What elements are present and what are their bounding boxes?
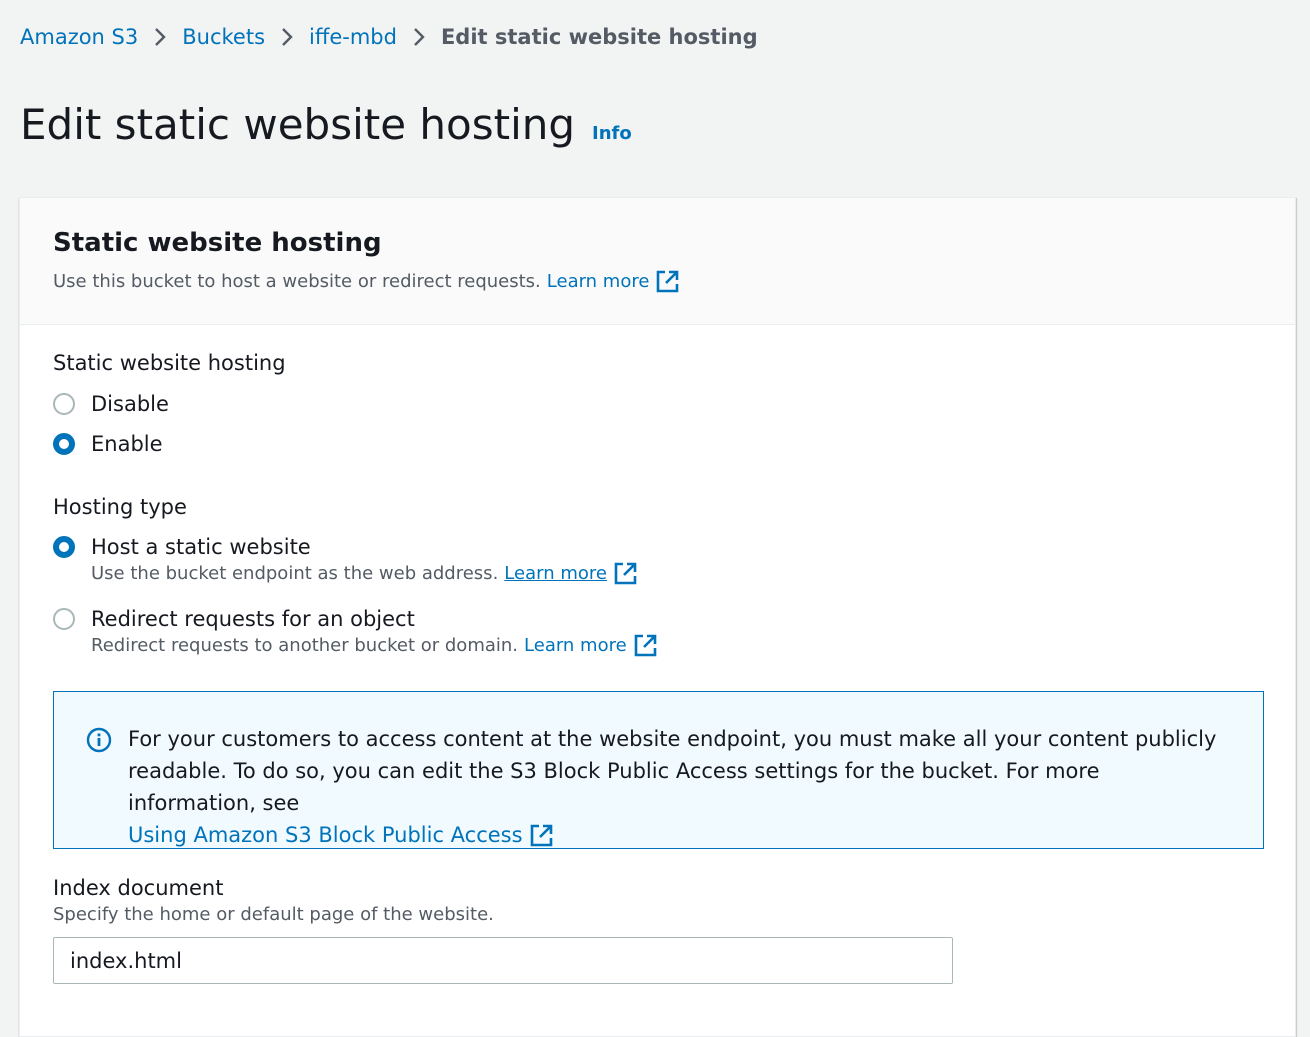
- panel-description: Use this bucket to host a website or red…: [53, 270, 1295, 293]
- hosting-type-label: Hosting type: [53, 495, 187, 519]
- external-link-icon: [656, 270, 679, 293]
- host-static-website-learn-more-link[interactable]: Learn more: [504, 563, 607, 584]
- alert-text: For your customers to access content at …: [128, 727, 1217, 815]
- radio-disable[interactable]: Disable: [53, 392, 169, 416]
- radio-host-static-website-control[interactable]: [53, 536, 75, 558]
- breadcrumb-current: Edit static website hosting: [440, 25, 758, 49]
- page-title: Edit static website hosting: [20, 100, 576, 149]
- radio-enable[interactable]: Enable: [53, 432, 163, 456]
- panel-description-text: Use this bucket to host a website or red…: [53, 271, 541, 292]
- alert-block-public-access-link[interactable]: Using Amazon S3 Block Public Access: [128, 819, 553, 851]
- radio-disable-control[interactable]: [53, 393, 75, 415]
- radio-redirect-requests-control[interactable]: [53, 608, 75, 630]
- chevron-right-icon: [397, 26, 441, 48]
- panel-header: Static website hosting Use this bucket t…: [20, 198, 1295, 325]
- radio-redirect-requests[interactable]: Redirect requests for an object: [53, 607, 415, 631]
- hosting-label: Static website hosting: [53, 351, 286, 375]
- panel-learn-more-link[interactable]: Learn more: [547, 271, 650, 292]
- info-link[interactable]: Info: [592, 123, 632, 144]
- external-link-icon: [530, 824, 553, 847]
- chevron-right-icon: [265, 26, 309, 48]
- alert-link-label: Using Amazon S3 Block Public Access: [128, 823, 523, 847]
- external-link-icon: [634, 634, 657, 657]
- breadcrumb: Amazon S3 Buckets iffe-mbd Edit static w…: [20, 22, 758, 52]
- redirect-requests-learn-more-link[interactable]: Learn more: [524, 635, 627, 656]
- index-document-label: Index document: [53, 876, 224, 900]
- page-header: Edit static website hosting Info: [20, 96, 632, 154]
- chevron-right-icon: [138, 26, 182, 48]
- index-document-description: Specify the home or default page of the …: [53, 904, 494, 925]
- radio-host-static-website[interactable]: Host a static website: [53, 535, 311, 559]
- radio-redirect-requests-label: Redirect requests for an object: [91, 607, 415, 631]
- breadcrumb-buckets[interactable]: Buckets: [182, 22, 265, 52]
- radio-host-static-website-label: Host a static website: [91, 535, 311, 559]
- static-website-hosting-panel: Static website hosting Use this bucket t…: [19, 197, 1296, 1037]
- host-static-website-description-text: Use the bucket endpoint as the web addre…: [91, 563, 499, 584]
- panel-title: Static website hosting: [53, 228, 382, 258]
- redirect-requests-description-text: Redirect requests to another bucket or d…: [91, 635, 519, 656]
- index-document-input[interactable]: index.html: [53, 937, 953, 984]
- info-alert: For your customers to access content at …: [53, 691, 1264, 849]
- redirect-requests-description: Redirect requests to another bucket or d…: [91, 634, 657, 657]
- breadcrumb-bucket-name[interactable]: iffe-mbd: [309, 22, 397, 52]
- info-circle-icon: [86, 727, 112, 753]
- breadcrumb-amazon-s3[interactable]: Amazon S3: [20, 22, 138, 52]
- host-static-website-description: Use the bucket endpoint as the web addre…: [91, 562, 637, 585]
- radio-enable-control[interactable]: [53, 433, 75, 455]
- radio-disable-label: Disable: [91, 392, 169, 416]
- alert-body: For your customers to access content at …: [128, 723, 1233, 848]
- radio-enable-label: Enable: [91, 432, 163, 456]
- external-link-icon: [614, 562, 637, 585]
